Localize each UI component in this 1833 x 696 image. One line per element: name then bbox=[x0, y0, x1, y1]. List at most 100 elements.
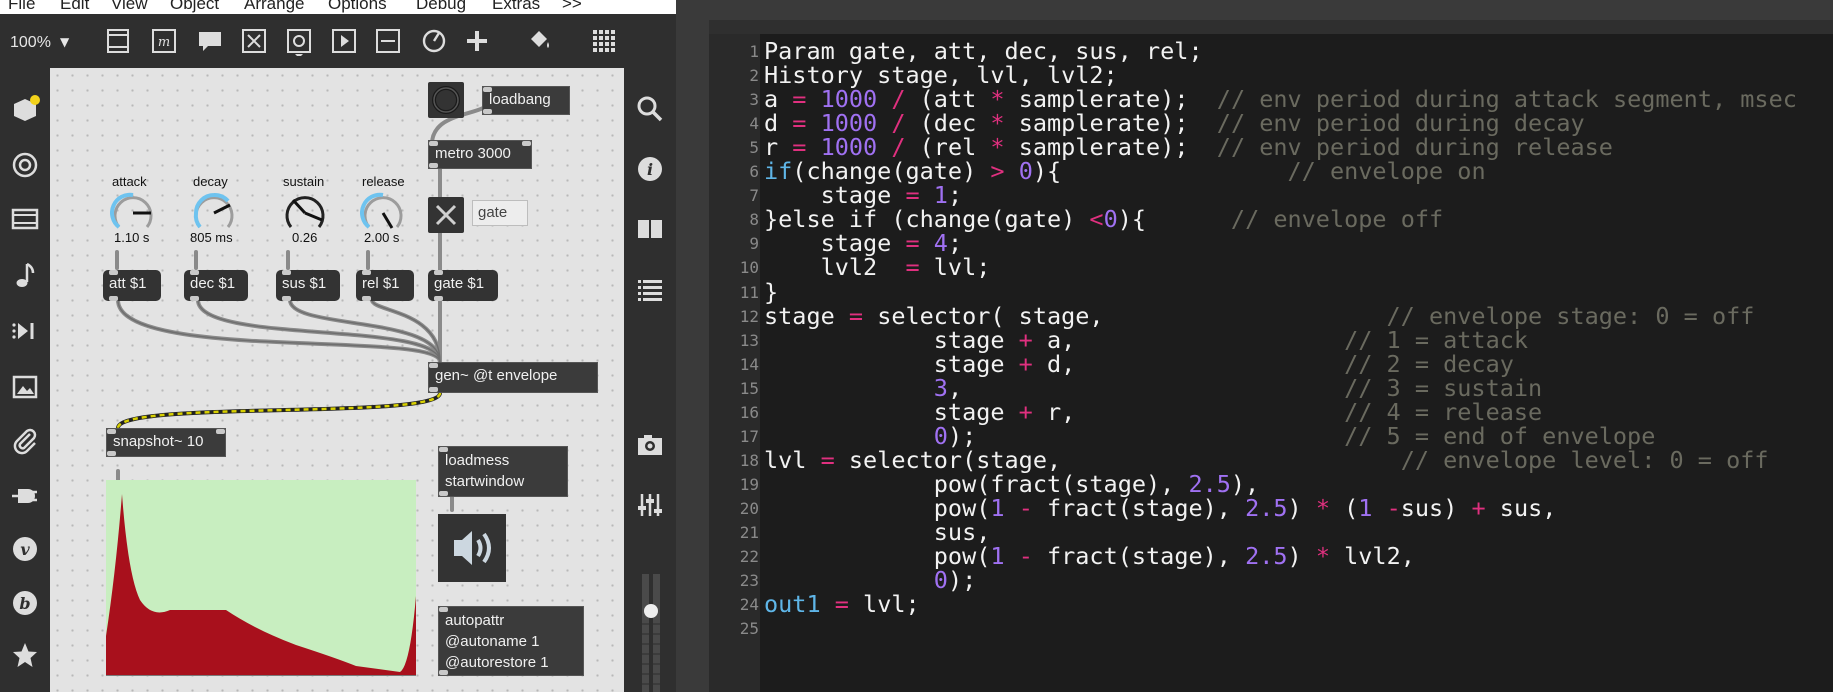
inlet[interactable] bbox=[439, 607, 448, 612]
star-icon[interactable] bbox=[10, 640, 40, 670]
code-line[interactable]: 0); bbox=[764, 568, 976, 592]
code-line[interactable]: d = 1000 / (dec * samplerate); // env pe… bbox=[764, 111, 1585, 135]
inlet[interactable] bbox=[522, 141, 531, 146]
menu-options[interactable]: Options bbox=[328, 0, 387, 14]
presentation-icon[interactable] bbox=[104, 26, 132, 56]
outlet[interactable] bbox=[362, 296, 371, 301]
code-line[interactable]: 0); // 5 = end of envelope bbox=[764, 424, 1656, 448]
code-line[interactable]: 3, // 3 = sustain bbox=[764, 376, 1542, 400]
step-icon[interactable] bbox=[10, 316, 40, 346]
autopattr-object[interactable]: autopattr @autoname 1 @autorestore 1 bbox=[438, 606, 584, 676]
code-line[interactable]: r = 1000 / (rel * samplerate); // env pe… bbox=[764, 135, 1613, 159]
inlet[interactable] bbox=[109, 270, 118, 275]
code-line[interactable]: }else if (change(gate) <0){ // envelope … bbox=[764, 207, 1443, 231]
code-line[interactable]: stage + d, // 2 = decay bbox=[764, 352, 1514, 376]
snapshot-object[interactable]: snapshot~ 10 bbox=[106, 428, 226, 457]
menu-extras[interactable]: Extras bbox=[492, 0, 540, 14]
outlet[interactable] bbox=[282, 296, 291, 301]
outlet[interactable] bbox=[439, 491, 448, 496]
code-line[interactable]: stage = selector( stage, // envelope sta… bbox=[764, 304, 1754, 328]
code-line[interactable]: lvl2 = lvl; bbox=[764, 255, 991, 279]
package-icon[interactable] bbox=[10, 94, 40, 124]
code-line[interactable]: a = 1000 / (att * samplerate); // env pe… bbox=[764, 87, 1797, 111]
metro-object[interactable]: metro 3000 bbox=[428, 140, 532, 169]
inlet[interactable] bbox=[216, 429, 225, 434]
vst-v-icon[interactable]: v bbox=[10, 534, 40, 564]
paperclip-icon[interactable] bbox=[10, 426, 40, 456]
search-icon[interactable] bbox=[635, 94, 665, 124]
menu-debug[interactable]: Debug bbox=[416, 0, 466, 14]
outlet[interactable] bbox=[109, 296, 118, 301]
outlet[interactable] bbox=[434, 296, 443, 301]
inlet[interactable] bbox=[439, 447, 448, 452]
dec-message[interactable]: dec $1 bbox=[184, 270, 248, 301]
outlet[interactable] bbox=[429, 387, 438, 392]
bang-icon[interactable] bbox=[285, 26, 313, 58]
menu-edit[interactable]: Edit bbox=[60, 0, 89, 14]
info-icon[interactable]: i bbox=[635, 154, 665, 184]
outlet[interactable] bbox=[483, 109, 492, 114]
film-icon[interactable] bbox=[10, 204, 40, 234]
menu-object[interactable]: Object bbox=[170, 0, 219, 14]
ezdac-speaker-button[interactable] bbox=[438, 514, 506, 582]
outlet[interactable] bbox=[429, 163, 438, 168]
volume-meter[interactable] bbox=[640, 574, 662, 692]
list-icon[interactable] bbox=[635, 274, 665, 304]
loadmess-object[interactable]: loadmess startwindow bbox=[438, 446, 568, 497]
gate-toggle[interactable] bbox=[428, 197, 464, 233]
code-line[interactable]: pow(fract(stage), 2.5), bbox=[764, 472, 1259, 496]
envelope-plot[interactable] bbox=[106, 480, 416, 677]
inlet[interactable] bbox=[282, 270, 291, 275]
book-icon[interactable] bbox=[635, 214, 665, 244]
inlet[interactable] bbox=[107, 429, 116, 434]
menu-file[interactable]: File bbox=[8, 0, 35, 14]
code-line[interactable]: Param gate, att, dec, sus, rel; bbox=[764, 39, 1203, 63]
inlet[interactable] bbox=[483, 87, 492, 92]
rel-message[interactable]: rel $1 bbox=[356, 270, 414, 301]
sus-message[interactable]: sus $1 bbox=[276, 270, 340, 301]
code-line[interactable]: stage = 4; bbox=[764, 231, 963, 255]
image-icon[interactable] bbox=[10, 372, 40, 402]
bpatcher-b-icon[interactable]: b bbox=[10, 588, 40, 618]
gen-envelope-object[interactable]: gen~ @t envelope bbox=[428, 362, 598, 393]
outlet[interactable] bbox=[107, 451, 116, 456]
att-message[interactable]: att $1 bbox=[103, 270, 161, 301]
gate-message[interactable]: gate $1 bbox=[428, 270, 498, 301]
code-line[interactable]: stage = 1; bbox=[764, 183, 963, 207]
loadbang-bang-button[interactable] bbox=[428, 82, 464, 118]
dial-icon[interactable] bbox=[420, 26, 448, 56]
menu-arrange[interactable]: Arrange bbox=[244, 0, 304, 14]
inlet[interactable] bbox=[429, 141, 438, 146]
code-line[interactable]: out1 = lvl; bbox=[764, 592, 920, 616]
play-icon[interactable] bbox=[330, 26, 358, 56]
plug-icon[interactable] bbox=[10, 480, 40, 510]
outlet[interactable] bbox=[439, 670, 448, 675]
code-line[interactable]: pow(1 - fract(stage), 2.5) * (1 -sus) + … bbox=[764, 496, 1557, 520]
music-note-icon[interactable] bbox=[10, 260, 40, 290]
menu-view[interactable]: View bbox=[111, 0, 148, 14]
inlet[interactable] bbox=[362, 270, 371, 275]
inlet[interactable] bbox=[434, 270, 443, 275]
target-icon[interactable] bbox=[10, 150, 40, 180]
toggle-icon[interactable] bbox=[240, 26, 268, 56]
code-line[interactable]: lvl = selector(stage, // envelope level:… bbox=[764, 448, 1769, 472]
slider-icon[interactable] bbox=[374, 26, 402, 56]
inlet[interactable] bbox=[190, 270, 199, 275]
code-line[interactable]: stage + r, // 4 = release bbox=[764, 400, 1542, 424]
add-icon[interactable] bbox=[463, 26, 491, 56]
grid-icon[interactable] bbox=[590, 26, 618, 56]
mixer-icon[interactable] bbox=[635, 490, 665, 520]
zoom-level[interactable]: 100% bbox=[10, 34, 51, 52]
comment-icon[interactable]: m bbox=[150, 26, 178, 56]
inlet[interactable] bbox=[429, 363, 438, 368]
code-line[interactable]: pow(1 - fract(stage), 2.5) * lvl2, bbox=[764, 544, 1415, 568]
zoom-caret-icon[interactable]: ▼ bbox=[60, 35, 69, 49]
camera-icon[interactable] bbox=[635, 430, 665, 460]
code-line[interactable]: if(change(gate) > 0){ // envelope on bbox=[764, 159, 1486, 183]
message-icon[interactable] bbox=[196, 26, 224, 56]
loadbang-object[interactable]: loadbang bbox=[482, 86, 570, 115]
menu-more[interactable]: >> bbox=[562, 0, 582, 14]
code-line[interactable]: } bbox=[764, 280, 778, 304]
paint-bucket-icon[interactable] bbox=[525, 26, 553, 56]
code-line[interactable]: sus, bbox=[764, 520, 991, 544]
